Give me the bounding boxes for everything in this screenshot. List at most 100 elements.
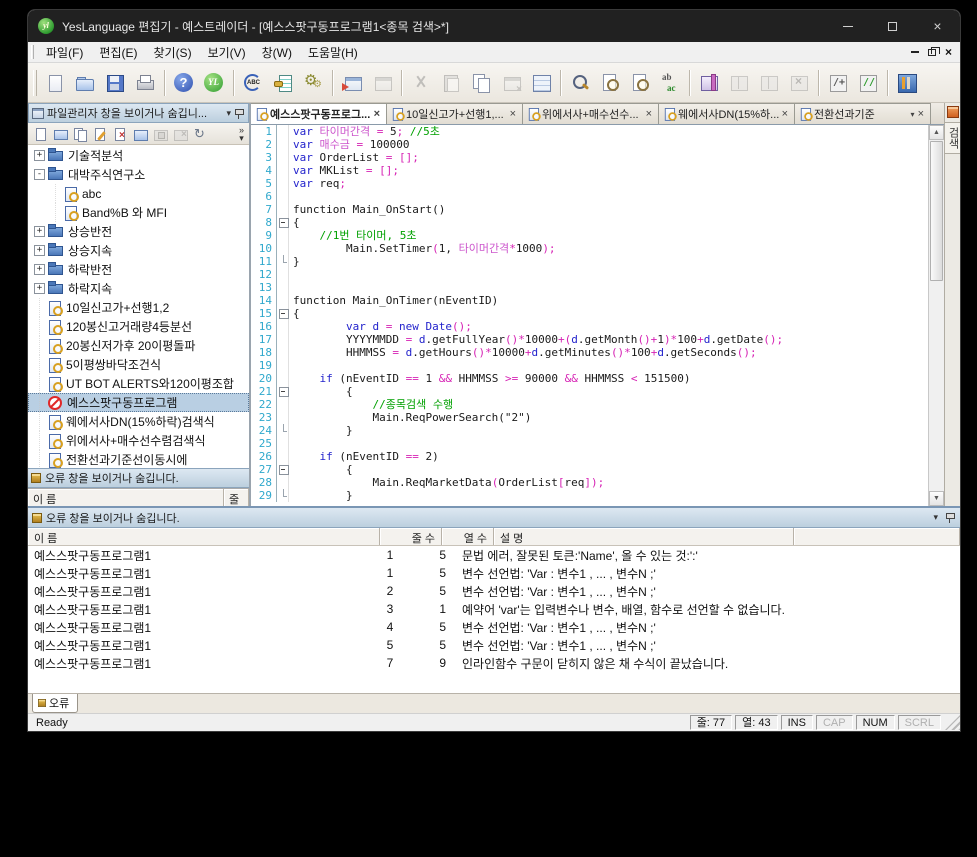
new-folder-button[interactable] bbox=[130, 124, 150, 144]
error-row[interactable]: 예스스팟구동프로그램155변수 선언법: 'Var : 변수1 , ... , … bbox=[28, 636, 960, 654]
tab-close-icon[interactable]: × bbox=[780, 108, 790, 120]
syntax-check-button[interactable] bbox=[239, 69, 267, 97]
tab-close-icon[interactable]: × bbox=[508, 108, 518, 120]
find-button[interactable] bbox=[596, 69, 624, 97]
mdi-close-button[interactable]: × bbox=[945, 46, 952, 58]
tree-item[interactable]: +상승반전 bbox=[28, 222, 249, 241]
comment-line-button[interactable] bbox=[854, 69, 882, 97]
docked-window-icon[interactable] bbox=[947, 106, 959, 118]
copy-button[interactable] bbox=[467, 69, 495, 97]
expand-plus-icon[interactable]: + bbox=[34, 150, 45, 161]
open-formula-button[interactable] bbox=[50, 124, 70, 144]
scroll-down-button[interactable]: ▼ bbox=[929, 491, 944, 506]
fold-marker[interactable] bbox=[277, 307, 289, 320]
file-manager-header[interactable]: 파일관리자 창을 보이거나 숨깁니... ▾ bbox=[28, 103, 249, 123]
mdi-restore-button[interactable] bbox=[928, 49, 936, 56]
replace-button[interactable] bbox=[656, 69, 684, 97]
tree-item[interactable]: -대박주식연구소 bbox=[28, 165, 249, 184]
tree-item[interactable]: 예스스팟구동프로그램 bbox=[28, 393, 249, 412]
left-error-col-line[interactable]: 줄 bbox=[224, 489, 249, 506]
rename-formula-button[interactable] bbox=[90, 124, 110, 144]
error-row[interactable]: 예스스팟구동프로그램145변수 선언법: 'Var : 변수1 , ... , … bbox=[28, 618, 960, 636]
error-panel-header[interactable]: 오류 창을 보이거나 숨깁니다. ▾ bbox=[28, 508, 960, 528]
help-button[interactable] bbox=[170, 69, 198, 97]
collapse-minus-icon[interactable]: - bbox=[34, 169, 45, 180]
menu-item-4[interactable]: 창(W) bbox=[254, 42, 300, 63]
error-row[interactable]: 예스스팟구동프로그램125변수 선언법: 'Var : 변수1 , ... , … bbox=[28, 582, 960, 600]
code-area[interactable]: 1var 타이머간격 = 5; //5초2var 매수금 = 1000003va… bbox=[251, 125, 928, 506]
new-file-button[interactable] bbox=[41, 69, 69, 97]
scrollbar-track[interactable] bbox=[929, 282, 944, 491]
expand-plus-icon[interactable]: + bbox=[34, 264, 45, 275]
menu-item-5[interactable]: 도움말(H) bbox=[300, 42, 366, 63]
fold-marker[interactable] bbox=[277, 216, 289, 229]
tree-item[interactable]: +상승지속 bbox=[28, 241, 249, 260]
resize-grip[interactable] bbox=[945, 715, 960, 730]
save-file-button[interactable] bbox=[101, 69, 129, 97]
tab-close-icon[interactable]: × bbox=[372, 108, 382, 120]
file-toolbar-overflow[interactable]: » ▾ bbox=[239, 126, 247, 142]
apply-chart-button[interactable] bbox=[338, 69, 366, 97]
expand-plus-icon[interactable]: + bbox=[34, 226, 45, 237]
yeslanguage-info-button[interactable] bbox=[200, 69, 228, 97]
tree-item[interactable]: abc bbox=[28, 184, 249, 203]
copy-formula-button[interactable] bbox=[70, 124, 90, 144]
tree-item[interactable]: 위에서사+매수선수렴검색식 bbox=[28, 431, 249, 450]
options-button[interactable] bbox=[893, 69, 921, 97]
left-error-header[interactable]: 오류 창을 보이거나 숨깁니다. bbox=[28, 468, 249, 488]
tree-item[interactable]: 웨에서사DN(15%하락)검색식 bbox=[28, 412, 249, 431]
tree-item[interactable]: Band%B 와 MFI bbox=[28, 203, 249, 222]
error-panel-menu-icon[interactable]: ▾ bbox=[930, 512, 941, 523]
show-grid-button[interactable] bbox=[527, 69, 555, 97]
expand-plus-icon[interactable]: + bbox=[34, 283, 45, 294]
collapsed-panel-tab[interactable]: 검색 bbox=[944, 122, 960, 154]
error-col-line[interactable]: 줄 수 bbox=[380, 528, 442, 545]
scrollbar-thumb[interactable] bbox=[930, 141, 943, 281]
close-button[interactable]: × bbox=[915, 10, 960, 42]
tree-item[interactable]: 120봉신고거래량4등분선 bbox=[28, 317, 249, 336]
tree-item[interactable]: +하락반전 bbox=[28, 260, 249, 279]
fold-marker[interactable] bbox=[277, 424, 289, 437]
tree-item[interactable]: 전환선과기준선이동시에 bbox=[28, 450, 249, 468]
tree-item[interactable]: +기술적분석 bbox=[28, 146, 249, 165]
editor-tab-0[interactable]: 예스스팟구동프로그...× bbox=[251, 103, 387, 124]
fold-marker[interactable] bbox=[277, 489, 289, 502]
editor-tab-4[interactable]: 전환선과기준▾× bbox=[794, 103, 931, 124]
pin-icon[interactable] bbox=[234, 108, 243, 119]
error-col-column[interactable]: 열 수 bbox=[442, 528, 494, 545]
delete-formula-button[interactable] bbox=[110, 124, 130, 144]
find-in-files-button[interactable] bbox=[626, 69, 654, 97]
compile-button[interactable] bbox=[299, 69, 327, 97]
error-row[interactable]: 예스스팟구동프로그램179인라인함수 구문이 닫히지 않은 채 수식이 끝났습니… bbox=[28, 654, 960, 672]
mdi-minimize-button[interactable] bbox=[911, 51, 919, 53]
refresh-button[interactable] bbox=[190, 124, 210, 144]
fold-marker[interactable] bbox=[277, 463, 289, 476]
editor-tab-3[interactable]: 웨에서사DN(15%하...× bbox=[658, 103, 795, 124]
vertical-scrollbar[interactable]: ▲ ▼ bbox=[928, 125, 944, 506]
print-button[interactable] bbox=[131, 69, 159, 97]
error-tab[interactable]: 오류 bbox=[32, 694, 78, 713]
editor-tab-1[interactable]: 10일신고가+선행1,...× bbox=[386, 103, 523, 124]
error-row[interactable]: 예스스팟구동프로그램115문법 에러, 잘못된 토큰:'Name', 올 수 있… bbox=[28, 546, 960, 564]
tab-close-icon[interactable]: × bbox=[916, 108, 926, 120]
new-formula-button[interactable] bbox=[30, 124, 50, 144]
scroll-up-button[interactable]: ▲ bbox=[929, 125, 944, 140]
tree-item[interactable]: 20봉신저가후 20이평돌파 bbox=[28, 336, 249, 355]
file-toolbar-dropdown-icon[interactable]: ▾ bbox=[239, 134, 244, 142]
minimize-button[interactable] bbox=[825, 10, 870, 42]
error-row[interactable]: 예스스팟구동프로그램131예약어 'var'는 입력변수나 변수, 배열, 함수… bbox=[28, 600, 960, 618]
tree-item[interactable]: 10일신고가+선행1,2 bbox=[28, 298, 249, 317]
zoom-button[interactable] bbox=[566, 69, 594, 97]
tree-item[interactable]: UT BOT ALERTS와120이평조합 bbox=[28, 374, 249, 393]
menu-item-1[interactable]: 편집(E) bbox=[91, 42, 145, 63]
menu-item-0[interactable]: 파일(F) bbox=[38, 42, 91, 63]
tab-close-icon[interactable]: × bbox=[644, 108, 654, 120]
open-file-button[interactable] bbox=[71, 69, 99, 97]
menu-item-3[interactable]: 보기(V) bbox=[200, 42, 254, 63]
title-bar[interactable]: YesLanguage 편집기 - 예스트레이더 - [예스스팟구동프로그램1<… bbox=[28, 10, 960, 42]
error-panel-pin-icon[interactable] bbox=[945, 512, 954, 523]
file-manager-menu-icon[interactable]: ▾ bbox=[223, 108, 234, 119]
expand-plus-icon[interactable]: + bbox=[34, 245, 45, 256]
add-line-button[interactable] bbox=[824, 69, 852, 97]
error-col-description[interactable]: 설 명 bbox=[494, 528, 794, 545]
